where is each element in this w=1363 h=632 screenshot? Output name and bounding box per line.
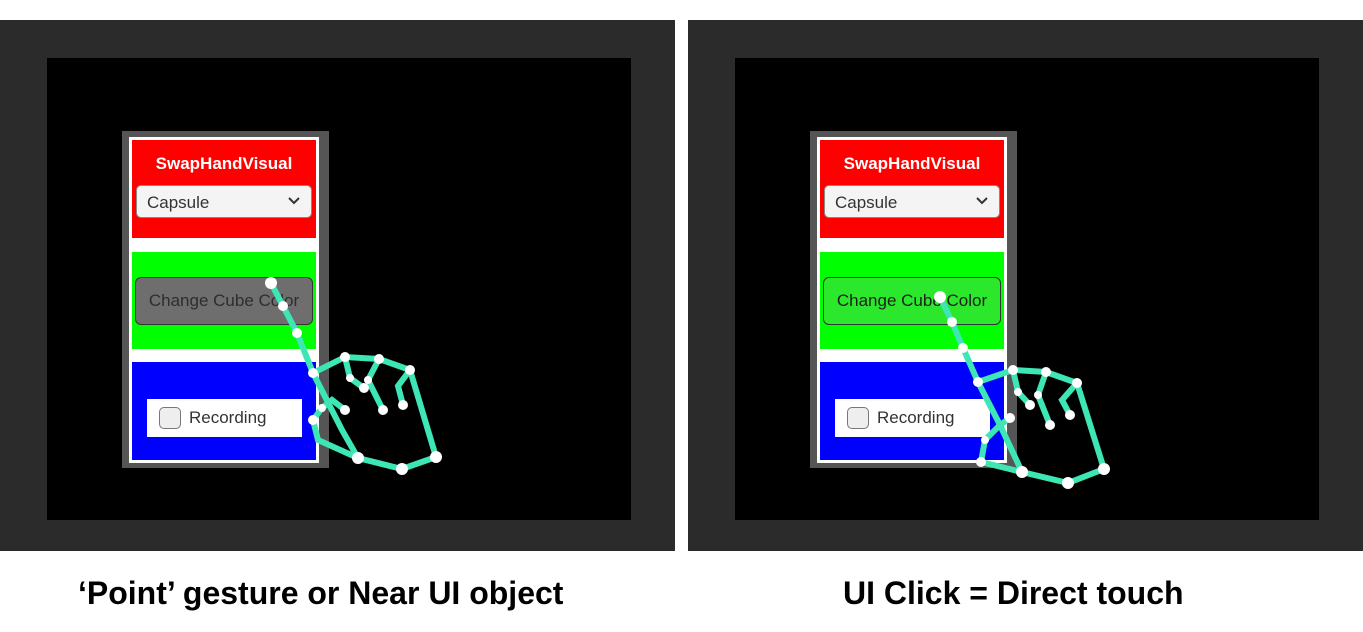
right-caption: UI Click = Direct touch [843, 575, 1184, 611]
right-hand-skeleton [937, 294, 1107, 487]
left-caption: ‘Point’ gesture or Near UI object [78, 575, 564, 611]
hand-skeleton-icon [265, 277, 1110, 489]
right-hand-joints [934, 291, 1110, 489]
left-hand-skeleton [268, 280, 439, 473]
